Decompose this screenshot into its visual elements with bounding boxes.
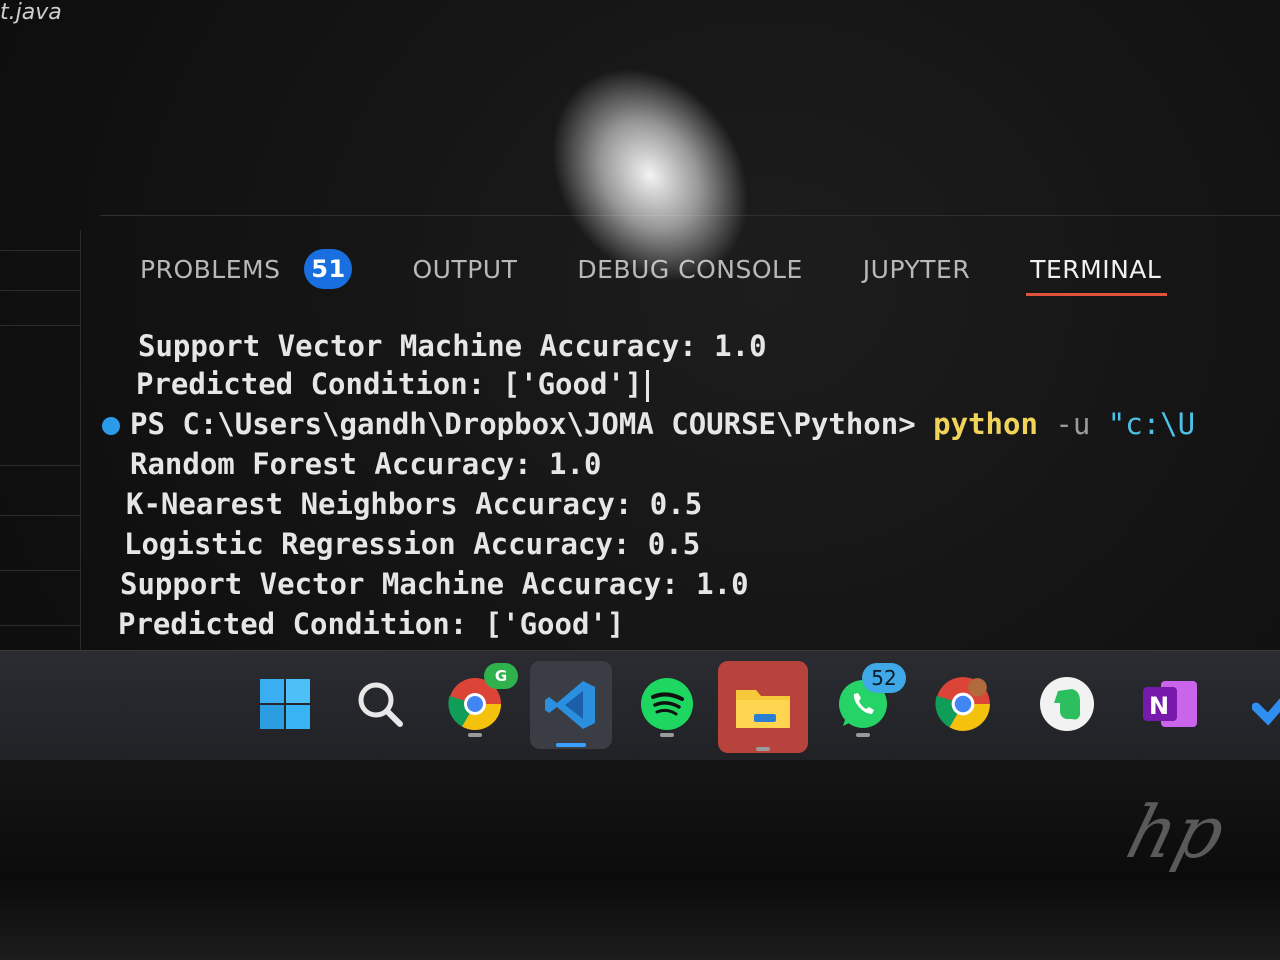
whatsapp-icon[interactable]: 52 bbox=[828, 663, 906, 739]
tab-label: DEBUG CONSOLE bbox=[577, 254, 803, 284]
tab-debug-console[interactable]: DEBUG CONSOLE bbox=[577, 255, 802, 284]
todo-check-icon[interactable] bbox=[1238, 669, 1280, 739]
problems-count-badge: 51 bbox=[304, 249, 353, 289]
sidebar-divider bbox=[0, 290, 80, 291]
running-indicator bbox=[856, 733, 870, 737]
terminal-line: Support Vector Machine Accuracy: 1.0 bbox=[138, 329, 767, 363]
sidebar-divider bbox=[0, 625, 80, 626]
sidebar-divider bbox=[0, 325, 80, 326]
svg-text:N: N bbox=[1149, 692, 1169, 720]
tab-terminal[interactable]: TERMINAL bbox=[1026, 254, 1168, 296]
terminal-line: Logistic Regression Accuracy: 0.5 bbox=[124, 527, 701, 561]
panel-tabs: PROBLEMS 51 OUTPUT DEBUG CONSOLE JUPYTER… bbox=[140, 244, 1221, 296]
tab-label: JUPYTER bbox=[862, 254, 971, 284]
screen: t.java PROBLEMS 51 OUTPUT DEBUG CONSOLE … bbox=[0, 0, 1280, 960]
chrome-profile-g-icon[interactable]: G bbox=[440, 663, 518, 739]
file-explorer-icon[interactable] bbox=[718, 661, 808, 753]
bottom-panel: PROBLEMS 51 OUTPUT DEBUG CONSOLE JUPYTER… bbox=[100, 215, 1280, 656]
running-indicator bbox=[468, 733, 482, 737]
sidebar-divider bbox=[0, 515, 80, 516]
taskbar: G 52 N bbox=[0, 650, 1280, 761]
terminal-prompt-line: PS C:\Users\gandh\Dropbox\JOMA COURSE\Py… bbox=[102, 404, 1195, 444]
tab-label: TERMINAL bbox=[1030, 254, 1162, 284]
sidebar-divider bbox=[0, 465, 80, 466]
sidebar-divider bbox=[0, 250, 80, 251]
explorer-sidebar bbox=[0, 230, 81, 650]
tab-problems[interactable]: PROBLEMS 51 bbox=[140, 249, 353, 289]
onenote-icon[interactable]: N bbox=[1135, 669, 1205, 739]
search-icon[interactable] bbox=[345, 669, 415, 739]
terminal-line: Predicted Condition: ['Good'] bbox=[118, 607, 625, 641]
chrome-profile-icon[interactable] bbox=[928, 669, 998, 739]
tab-label: PROBLEMS bbox=[140, 254, 281, 284]
windows-start-icon[interactable] bbox=[250, 669, 320, 739]
editor-file-tab[interactable]: t.java bbox=[0, 0, 62, 25]
text-cursor-icon bbox=[646, 370, 650, 402]
terminal-line: Random Forest Accuracy: 1.0 bbox=[130, 447, 602, 481]
active-window-indicator bbox=[556, 743, 586, 747]
prompt-argument: "c:\U bbox=[1107, 407, 1196, 441]
tab-jupyter[interactable]: JUPYTER bbox=[863, 255, 970, 284]
running-indicator bbox=[756, 747, 770, 751]
spotify-icon[interactable] bbox=[632, 669, 702, 739]
evernote-icon[interactable] bbox=[1032, 669, 1102, 739]
prompt-status-dot-icon bbox=[102, 417, 120, 435]
prompt-flag: -u bbox=[1055, 407, 1091, 441]
whatsapp-unread-badge: 52 bbox=[862, 663, 906, 693]
tab-output[interactable]: OUTPUT bbox=[412, 255, 517, 284]
vscode-icon[interactable] bbox=[530, 661, 612, 749]
terminal-line: K-Nearest Neighbors Accuracy: 0.5 bbox=[126, 487, 703, 521]
running-indicator bbox=[660, 733, 674, 737]
terminal-line: Support Vector Machine Accuracy: 1.0 bbox=[120, 567, 749, 601]
editor-area[interactable] bbox=[0, 30, 1280, 230]
sidebar-divider bbox=[0, 570, 80, 571]
tab-label: OUTPUT bbox=[412, 254, 518, 284]
chrome-profile-badge: G bbox=[484, 663, 518, 689]
prompt-command: python bbox=[933, 407, 1038, 441]
laptop-bezel bbox=[0, 760, 1280, 960]
terminal-line: Predicted Condition: ['Good'] bbox=[136, 364, 650, 404]
terminal-line-text: Predicted Condition: ['Good'] bbox=[136, 367, 643, 401]
prompt-path: PS C:\Users\gandh\Dropbox\JOMA COURSE\Py… bbox=[130, 407, 916, 441]
